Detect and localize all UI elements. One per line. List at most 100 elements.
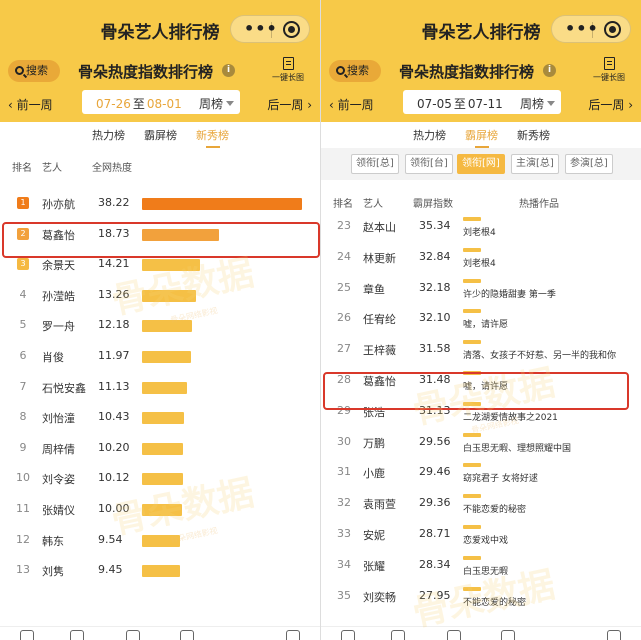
period-dropdown[interactable]: 周榜 <box>199 95 234 112</box>
table-row[interactable]: 35 刘奕畅 27.95 不能恋爱的秘密 <box>321 582 641 612</box>
artist-name[interactable]: 张浩 <box>363 404 385 420</box>
artist-name[interactable]: 刘怡潼 <box>42 410 75 426</box>
artist-name[interactable]: 孙滢皓 <box>42 288 75 304</box>
table-row[interactable]: 6 肖俊 11.97 <box>0 341 320 371</box>
more-icon[interactable]: ••• <box>244 19 278 38</box>
artist-name[interactable]: 石悦安鑫 <box>42 380 86 396</box>
table-row[interactable]: 25 章鱼 32.18 许少的隐婚甜妻 第一季 <box>321 274 641 304</box>
table-row[interactable]: 13 刘隽 9.45 <box>0 555 320 585</box>
hot-work[interactable]: 清落、女孩子不好惹、另一半的我和你 <box>463 348 616 361</box>
more-icon[interactable]: ••• <box>565 19 599 38</box>
hot-work[interactable]: 嘘，请许愿 <box>463 317 508 330</box>
table-row[interactable]: 5 罗一舟 12.18 <box>0 310 320 340</box>
toolbar-icon[interactable] <box>20 630 34 640</box>
toolbar-icon[interactable] <box>286 630 300 640</box>
toolbar-icon[interactable] <box>391 630 405 640</box>
hot-work[interactable]: 二龙湖爱情故事之2021 <box>463 410 558 423</box>
artist-name[interactable]: 袁雨萱 <box>363 496 396 512</box>
toolbar-icon[interactable] <box>501 630 515 640</box>
table-row[interactable]: 31 小鹿 29.46 窈窕君子 女将好逑 <box>321 458 641 488</box>
table-row[interactable]: 7 石悦安鑫 11.13 <box>0 372 320 402</box>
artist-name[interactable]: 林更新 <box>363 250 396 266</box>
table-row[interactable]: 29 张浩 31.13 二龙湖爱情故事之2021 <box>321 397 641 427</box>
toolbar-icon[interactable] <box>70 630 84 640</box>
hot-work[interactable]: 窈窕君子 女将好逑 <box>463 471 538 484</box>
next-week-button[interactable]: 后一周 › <box>267 96 312 113</box>
tab-heat[interactable]: 热力榜 <box>413 127 446 143</box>
table-row[interactable]: 34 张耀 28.34 白玉思无暇 <box>321 551 641 581</box>
artist-name[interactable]: 葛鑫怡 <box>363 373 396 389</box>
hot-work[interactable]: 刘老根4 <box>463 256 496 269</box>
date-range-selector[interactable]: 07-05 至 07-11 周榜 <box>403 90 561 114</box>
artist-name[interactable]: 安妮 <box>363 527 385 543</box>
table-row[interactable]: 2 葛鑫怡 18.73 <box>0 219 320 249</box>
artist-name[interactable]: 赵本山 <box>363 219 396 235</box>
toolbar-icon[interactable] <box>447 630 461 640</box>
toolbar-icon[interactable] <box>180 630 194 640</box>
mini-program-capsule[interactable]: ••• <box>551 15 631 43</box>
artist-name[interactable]: 余景天 <box>42 257 75 273</box>
tab-screen[interactable]: 霸屏榜 <box>144 127 177 143</box>
artist-name[interactable]: 肖俊 <box>42 349 64 365</box>
date-range-selector[interactable]: 07-26 至 08-01 周榜 <box>82 90 240 114</box>
hot-work[interactable]: 不能恋爱的秘密 <box>463 595 526 608</box>
next-week-button[interactable]: 后一周 › <box>588 96 633 113</box>
artist-name[interactable]: 张婧仪 <box>42 502 75 518</box>
table-row[interactable]: 10 刘令姿 10.12 <box>0 463 320 493</box>
table-row[interactable]: 32 袁雨萱 29.36 不能恋爱的秘密 <box>321 489 641 519</box>
search-button[interactable]: 搜索 <box>8 60 60 82</box>
filter-lead-tv[interactable]: 领衔[台] <box>405 154 453 174</box>
table-row[interactable]: 11 张婧仪 10.00 <box>0 494 320 524</box>
artist-name[interactable]: 王梓薇 <box>363 342 396 358</box>
search-button[interactable]: 搜索 <box>329 60 381 82</box>
toolbar-icon[interactable] <box>341 630 355 640</box>
table-row[interactable]: 28 葛鑫怡 31.48 嘘，请许愿 <box>321 366 641 396</box>
tab-newcomer[interactable]: 新秀榜 <box>196 127 229 148</box>
table-row[interactable]: 3 余景天 14.21 <box>0 249 320 279</box>
prev-week-button[interactable]: ‹ 前一周 <box>329 96 374 113</box>
prev-week-button[interactable]: ‹ 前一周 <box>8 96 53 113</box>
table-row[interactable]: 8 刘怡潼 10.43 <box>0 402 320 432</box>
hot-work[interactable]: 不能恋爱的秘密 <box>463 502 526 515</box>
toolbar-icon[interactable] <box>607 630 621 640</box>
hot-work[interactable]: 恋爱戏中戏 <box>463 533 508 546</box>
table-row[interactable]: 1 孙亦航 38.22 <box>0 188 320 218</box>
tab-heat[interactable]: 热力榜 <box>92 127 125 143</box>
table-row[interactable]: 9 周梓倩 10.20 <box>0 433 320 463</box>
hot-work[interactable]: 白玉思无暇、理想照耀中国 <box>463 441 571 454</box>
table-row[interactable]: 24 林更新 32.84 刘老根4 <box>321 243 641 273</box>
table-row[interactable]: 26 任宥纶 32.10 嘘，请许愿 <box>321 304 641 334</box>
table-row[interactable]: 23 赵本山 35.34 刘老根4 <box>321 212 641 242</box>
artist-name[interactable]: 章鱼 <box>363 281 385 297</box>
table-row[interactable]: 12 韩东 9.54 <box>0 525 320 555</box>
period-dropdown[interactable]: 周榜 <box>520 95 555 112</box>
filter-main-total[interactable]: 主演[总] <box>511 154 559 174</box>
table-row[interactable]: 27 王梓薇 31.58 清落、女孩子不好惹、另一半的我和你 <box>321 335 641 365</box>
tab-newcomer[interactable]: 新秀榜 <box>517 127 550 143</box>
artist-name[interactable]: 刘令姿 <box>42 471 75 487</box>
hot-work[interactable]: 许少的隐婚甜妻 第一季 <box>463 287 556 300</box>
long-image-button[interactable]: 一键长图 <box>264 57 312 83</box>
artist-name[interactable]: 万鹏 <box>363 435 385 451</box>
artist-name[interactable]: 刘隽 <box>42 563 64 579</box>
close-target-icon[interactable] <box>283 21 300 38</box>
hot-work[interactable]: 嘘，请许愿 <box>463 379 508 392</box>
artist-name[interactable]: 任宥纶 <box>363 311 396 327</box>
long-image-button[interactable]: 一键长图 <box>585 57 633 83</box>
table-row[interactable]: 4 孙滢皓 13.26 <box>0 280 320 310</box>
hot-work[interactable]: 白玉思无暇 <box>463 564 508 577</box>
info-icon[interactable]: i <box>222 64 235 77</box>
artist-name[interactable]: 周梓倩 <box>42 441 75 457</box>
table-row[interactable]: 33 安妮 28.71 恋爱戏中戏 <box>321 520 641 550</box>
filter-lead-web[interactable]: 领衔[网] <box>457 154 505 174</box>
artist-name[interactable]: 韩东 <box>42 533 64 549</box>
artist-name[interactable]: 葛鑫怡 <box>42 227 75 243</box>
filter-lead-total[interactable]: 领衔[总] <box>351 154 399 174</box>
artist-name[interactable]: 罗一舟 <box>42 318 75 334</box>
mini-program-capsule[interactable]: ••• <box>230 15 310 43</box>
tab-screen[interactable]: 霸屏榜 <box>465 127 498 148</box>
filter-support-total[interactable]: 参演[总] <box>565 154 613 174</box>
artist-name[interactable]: 孙亦航 <box>42 196 75 212</box>
hot-work[interactable]: 刘老根4 <box>463 225 496 238</box>
artist-name[interactable]: 小鹿 <box>363 465 385 481</box>
